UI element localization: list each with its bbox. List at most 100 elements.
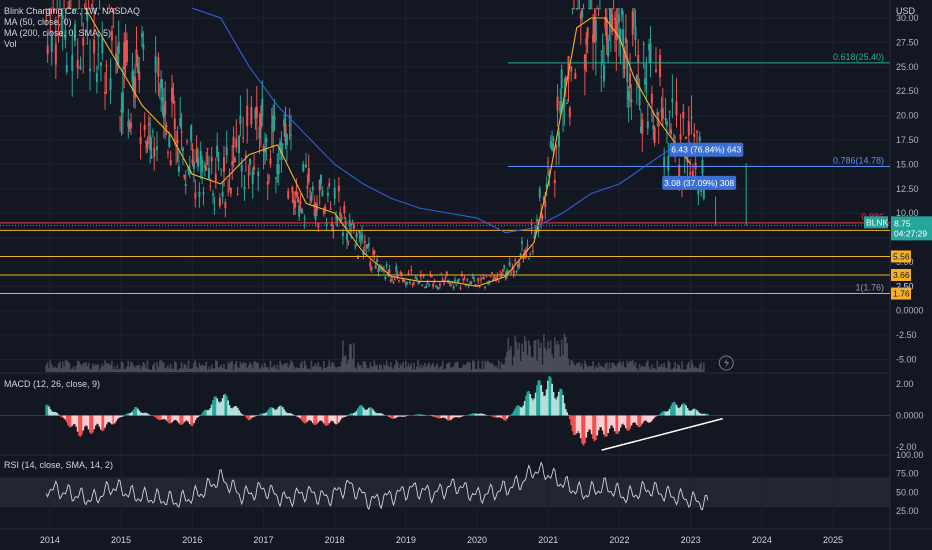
candle-body	[65, 65, 68, 72]
volume-bar	[183, 363, 186, 372]
volume-bar	[269, 360, 272, 372]
volume-bar	[592, 361, 594, 372]
extra-tick: 2.50	[896, 281, 914, 291]
candle-body	[458, 279, 461, 281]
volume-bar	[324, 368, 326, 372]
candle-body	[695, 131, 698, 133]
candle-body	[207, 167, 210, 179]
candle-body	[671, 98, 674, 103]
volume-bar	[168, 368, 171, 372]
volume-bar	[640, 367, 642, 372]
volume-bar	[387, 365, 389, 372]
rsi-tick: 75.00	[896, 469, 919, 479]
volume-bar	[172, 368, 175, 372]
volume-bar	[552, 358, 555, 372]
candle-body	[529, 253, 532, 255]
volume-bar	[146, 360, 149, 372]
volume-bar	[481, 360, 484, 372]
volume-bar	[333, 366, 336, 372]
volume-bar	[614, 365, 616, 372]
volume-bar	[502, 364, 504, 372]
candle-body	[603, 65, 606, 82]
volume-bar	[548, 348, 551, 372]
volume-bar	[549, 340, 552, 372]
volume-bar	[537, 339, 540, 372]
volume-bar	[380, 365, 383, 372]
support-badge: 3.66	[893, 270, 910, 280]
rsi-tick: 100.00	[896, 450, 924, 460]
volume-bar	[575, 363, 578, 372]
volume-bar	[389, 362, 392, 372]
candle-body	[194, 192, 197, 199]
time-tick: 2023	[681, 535, 701, 545]
volume-bar	[193, 363, 195, 372]
candle-body	[339, 211, 342, 217]
volume-bar	[670, 369, 672, 372]
volume-bar	[637, 369, 640, 372]
volume-bar	[96, 364, 98, 372]
candle-body	[158, 89, 161, 91]
volume-bar	[562, 355, 564, 372]
fib-level-label: 0.786(14.78)	[833, 156, 884, 166]
volume-bar	[74, 369, 76, 372]
volume-bar	[567, 358, 570, 372]
chart-canvas[interactable]: 0.618(25.40)0.786(14.78)0.8861(1.76)6.43…	[0, 0, 932, 550]
volume-bar	[306, 368, 309, 372]
volume-bar	[666, 367, 668, 372]
candle-body	[507, 270, 510, 272]
volume-bar	[467, 362, 470, 372]
volume-bar	[500, 362, 503, 372]
volume-bar	[558, 344, 560, 372]
candle-body	[190, 125, 193, 142]
price-axis[interactable]: 30.0027.5025.0022.5020.0017.5015.0012.50…	[896, 13, 924, 516]
volume-bar	[400, 366, 403, 372]
time-axis[interactable]: 2014 2015 2016 2017 2018 2019 2020 2021 2022 2023…	[40, 535, 843, 545]
volume-bar	[197, 368, 199, 372]
volume-bar	[249, 361, 251, 372]
volume-bar	[338, 366, 340, 372]
volume-bar	[677, 364, 679, 372]
candle-body	[242, 137, 245, 139]
candle-body	[508, 262, 511, 266]
legend-symbol: Blink Charging Co., 1W, NASDAQ	[4, 6, 141, 16]
volume-bar	[551, 354, 553, 372]
candle-body	[229, 187, 232, 194]
volume-bar	[143, 363, 146, 372]
candle-body	[521, 241, 524, 244]
volume-bar	[254, 361, 257, 372]
candle-body	[590, 8, 593, 10]
candle-body	[624, 37, 627, 44]
candle-body	[530, 223, 533, 225]
candle-body	[332, 228, 335, 230]
volume-bar	[683, 369, 686, 372]
volume-bar	[692, 364, 694, 372]
volume-bar	[167, 365, 169, 372]
volume-bar	[138, 364, 141, 372]
volume-bar	[447, 362, 449, 372]
candle-body	[497, 281, 500, 283]
candle-body	[273, 116, 276, 120]
volume-bar	[376, 365, 378, 372]
candle-body	[689, 172, 692, 175]
volume-bar	[491, 362, 493, 372]
candle-body	[184, 184, 187, 186]
candle-body	[510, 272, 513, 274]
volume-bar	[344, 355, 347, 372]
volume-bar	[178, 369, 180, 372]
candle-body	[147, 123, 150, 126]
volume-bar	[660, 363, 663, 372]
candle-body	[305, 164, 308, 168]
volume-bar	[190, 368, 192, 372]
candle-body	[299, 202, 302, 204]
volume-bar	[160, 360, 162, 372]
volume-bar	[455, 362, 458, 372]
volume-bar	[456, 361, 459, 372]
volume-bar	[406, 367, 408, 372]
candle-body	[627, 90, 630, 101]
volume-bar	[61, 361, 64, 372]
candle-body	[307, 168, 310, 183]
volume-bar	[72, 366, 75, 372]
volume-bar	[569, 365, 571, 372]
candle-body	[616, 8, 619, 10]
candle-body	[373, 250, 376, 254]
